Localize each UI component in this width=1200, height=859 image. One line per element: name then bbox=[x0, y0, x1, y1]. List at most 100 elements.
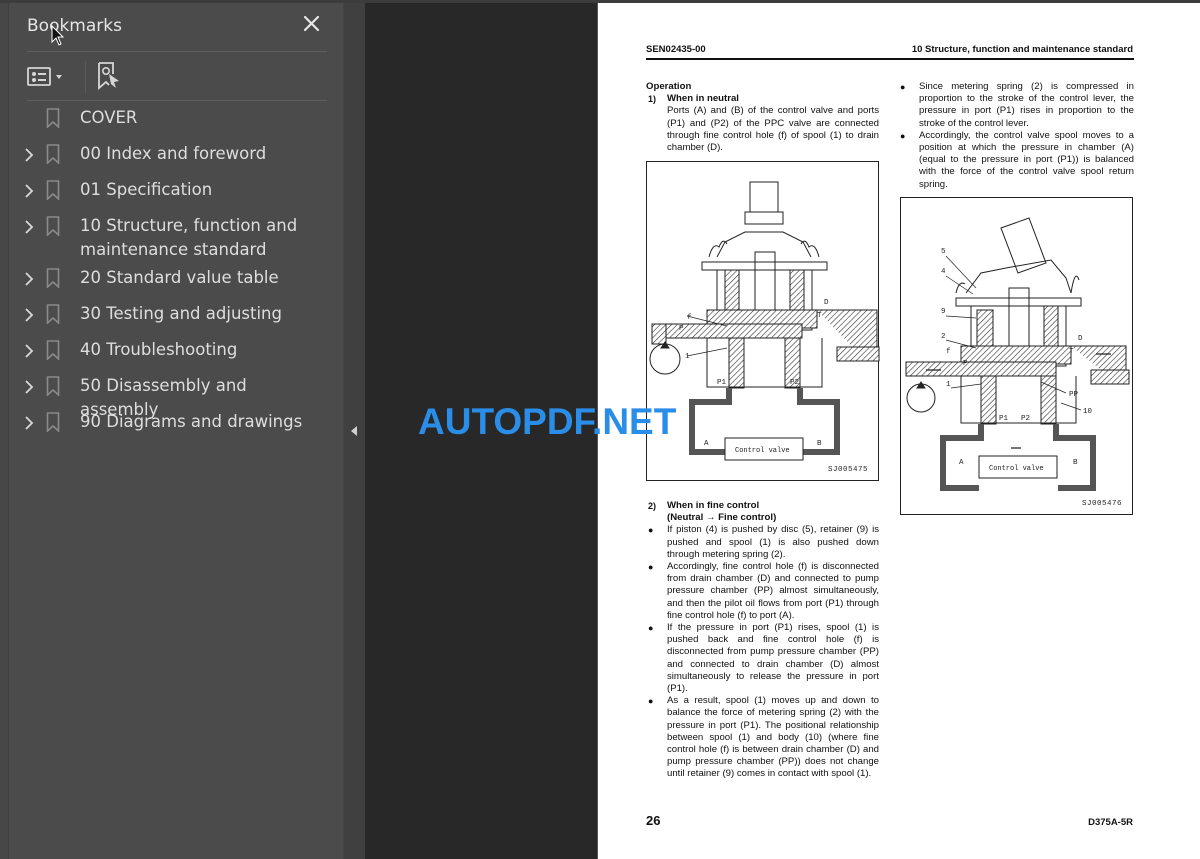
bookmark-item[interactable]: COVER bbox=[9, 106, 310, 130]
collapse-panel-arrow-icon[interactable] bbox=[350, 425, 358, 437]
bookmark-icon bbox=[46, 268, 60, 289]
bullet-dot-icon: ● bbox=[648, 525, 654, 536]
left-tool-rail bbox=[0, 3, 9, 859]
bullet-text: Accordingly, the control valve spool mov… bbox=[919, 129, 1134, 190]
label-control-valve: Control valve bbox=[735, 447, 790, 455]
figure-fine-control: 5 4 9 2 f P 1 D T PP 10 P1 P2 A B Contro… bbox=[900, 197, 1133, 515]
label-P: P bbox=[963, 360, 968, 368]
figure-neutral: f P 1 D T P1 P2 A B Control valve SJ0054… bbox=[646, 161, 880, 481]
bookmark-icon bbox=[46, 412, 60, 433]
bookmark-icon bbox=[46, 108, 60, 129]
label-D: D bbox=[824, 299, 829, 307]
label-A: A bbox=[704, 440, 709, 448]
bullet-text: Since metering spring (2) is compressed … bbox=[919, 81, 1134, 129]
label-B: B bbox=[1073, 459, 1078, 467]
label-D: D bbox=[1078, 335, 1083, 343]
toolbar-divider bbox=[27, 100, 327, 101]
label-2: 2 bbox=[941, 333, 946, 341]
label-control-valve: Control valve bbox=[989, 465, 1044, 473]
chevron-right-icon[interactable] bbox=[23, 148, 39, 162]
bookmark-item[interactable]: 01 Specification bbox=[9, 178, 310, 202]
bookmark-icon bbox=[46, 216, 60, 237]
step2-subtitle: (Neutral → Fine control) bbox=[667, 512, 777, 524]
label-10: 10 bbox=[1083, 408, 1093, 416]
bookmark-icon bbox=[46, 340, 60, 361]
label-B: B bbox=[817, 440, 822, 448]
label-A: A bbox=[959, 459, 964, 467]
label-P1: P1 bbox=[999, 415, 1009, 423]
section-title: Operation bbox=[646, 81, 692, 92]
step2-number: 2) bbox=[648, 501, 657, 511]
bookmark-label: 20 Standard value table bbox=[80, 268, 279, 287]
step1-title: When in neutral bbox=[667, 93, 739, 105]
close-icon bbox=[303, 15, 320, 32]
bullet-text: Accordingly, fine control hole (f) is di… bbox=[667, 561, 879, 621]
header-rule bbox=[646, 58, 1134, 60]
mouse-cursor-icon bbox=[51, 25, 65, 46]
step1-number: 1) bbox=[648, 94, 657, 105]
label-T: T bbox=[817, 312, 822, 320]
bookmark-icon bbox=[46, 304, 60, 325]
ppc-valve-neutral-diagram: f P 1 D T P1 P2 A B Control valve bbox=[649, 181, 880, 461]
bookmark-icon bbox=[46, 376, 60, 397]
bookmark-item[interactable]: 40 Troubleshooting bbox=[9, 338, 310, 362]
find-current-bookmark-icon bbox=[98, 62, 119, 90]
bullet-item: ● If piston (4) is pushed by disc (5), re… bbox=[646, 524, 879, 561]
list-options-icon bbox=[27, 67, 62, 86]
chevron-right-icon[interactable] bbox=[23, 272, 39, 286]
label-P1: P1 bbox=[717, 379, 727, 387]
figure-id: SJ005476 bbox=[1081, 500, 1122, 508]
label-P2: P2 bbox=[790, 379, 799, 387]
chapter-header: 10 Structure, function and maintenance s… bbox=[911, 44, 1133, 55]
bookmark-options-button[interactable] bbox=[27, 65, 71, 89]
bookmark-label: 30 Testing and adjusting bbox=[80, 304, 282, 323]
bookmark-item[interactable]: 10 Structure, function and maintenance s… bbox=[9, 214, 310, 262]
panel-header-divider bbox=[27, 51, 327, 52]
toolbar-separator bbox=[85, 61, 86, 93]
bullet-text: If the pressure in port (P1) rises, spoo… bbox=[667, 622, 879, 695]
step2-block: 2) When in fine control (Neutral → Fine … bbox=[646, 500, 879, 781]
label-P: P bbox=[679, 325, 684, 333]
label-9: 9 bbox=[941, 308, 946, 316]
bullet-text: As a result, spool (1) moves up and down… bbox=[667, 695, 879, 780]
bullet-item: ● Accordingly, fine control hole (f) is d… bbox=[646, 561, 879, 622]
bookmark-label: 10 Structure, function and maintenance s… bbox=[80, 216, 298, 259]
chevron-right-icon[interactable] bbox=[23, 380, 39, 394]
watermark-text: AUTOPDF.NET bbox=[418, 401, 677, 442]
label-1: 1 bbox=[946, 381, 951, 389]
label-P2: P2 bbox=[1021, 415, 1030, 423]
bullet-dot-icon: ● bbox=[648, 696, 654, 707]
bookmark-item[interactable]: 00 Index and foreword bbox=[9, 142, 310, 166]
chevron-right-icon[interactable] bbox=[23, 220, 39, 234]
right-column-text: ● Since metering spring (2) is compressed… bbox=[898, 81, 1134, 191]
ppc-valve-fine-control-diagram: 5 4 9 2 f P 1 D T PP 10 P1 P2 A B Contro… bbox=[905, 217, 1130, 491]
bullet-dot-icon: ● bbox=[900, 82, 906, 92]
chevron-right-icon[interactable] bbox=[23, 416, 39, 430]
bookmark-label: COVER bbox=[80, 108, 138, 127]
bookmark-item[interactable]: 30 Testing and adjusting bbox=[9, 302, 310, 326]
chevron-placeholder bbox=[23, 112, 39, 126]
bookmark-label: 90 Diagrams and drawings bbox=[80, 412, 303, 431]
bookmark-item[interactable]: 20 Standard value table bbox=[9, 266, 310, 290]
chevron-right-icon[interactable] bbox=[23, 344, 39, 358]
chevron-right-icon[interactable] bbox=[23, 184, 39, 198]
label-f: f bbox=[687, 314, 692, 322]
bullet-item: ● If the pressure in port (P1) rises, spo… bbox=[646, 622, 879, 695]
chevron-right-icon[interactable] bbox=[23, 308, 39, 322]
panel-title: Bookmarks bbox=[27, 16, 122, 36]
find-current-bookmark-button[interactable] bbox=[96, 61, 124, 91]
bullet-dot-icon: ● bbox=[900, 130, 906, 141]
bookmark-icon bbox=[46, 180, 60, 201]
bookmark-item[interactable]: 90 Diagrams and drawings bbox=[9, 410, 310, 434]
bullet-item: ● As a result, spool (1) moves up and dow… bbox=[646, 695, 879, 780]
bullet-dot-icon: ● bbox=[648, 623, 654, 634]
step2-title: When in fine control bbox=[667, 500, 760, 511]
figure-id: SJ005475 bbox=[827, 466, 868, 474]
bookmark-label: 01 Specification bbox=[80, 180, 213, 199]
pdf-viewer-window: Bookmarks COVER 00 Index and foreword 01 S… bbox=[0, 0, 1200, 859]
label-T: T bbox=[1069, 348, 1074, 356]
close-panel-button[interactable] bbox=[301, 13, 323, 35]
label-f: f bbox=[946, 348, 951, 356]
document-page: SEN02435-00 10 Structure, function and m… bbox=[597, 3, 1200, 859]
page-number: 26 bbox=[646, 813, 661, 828]
